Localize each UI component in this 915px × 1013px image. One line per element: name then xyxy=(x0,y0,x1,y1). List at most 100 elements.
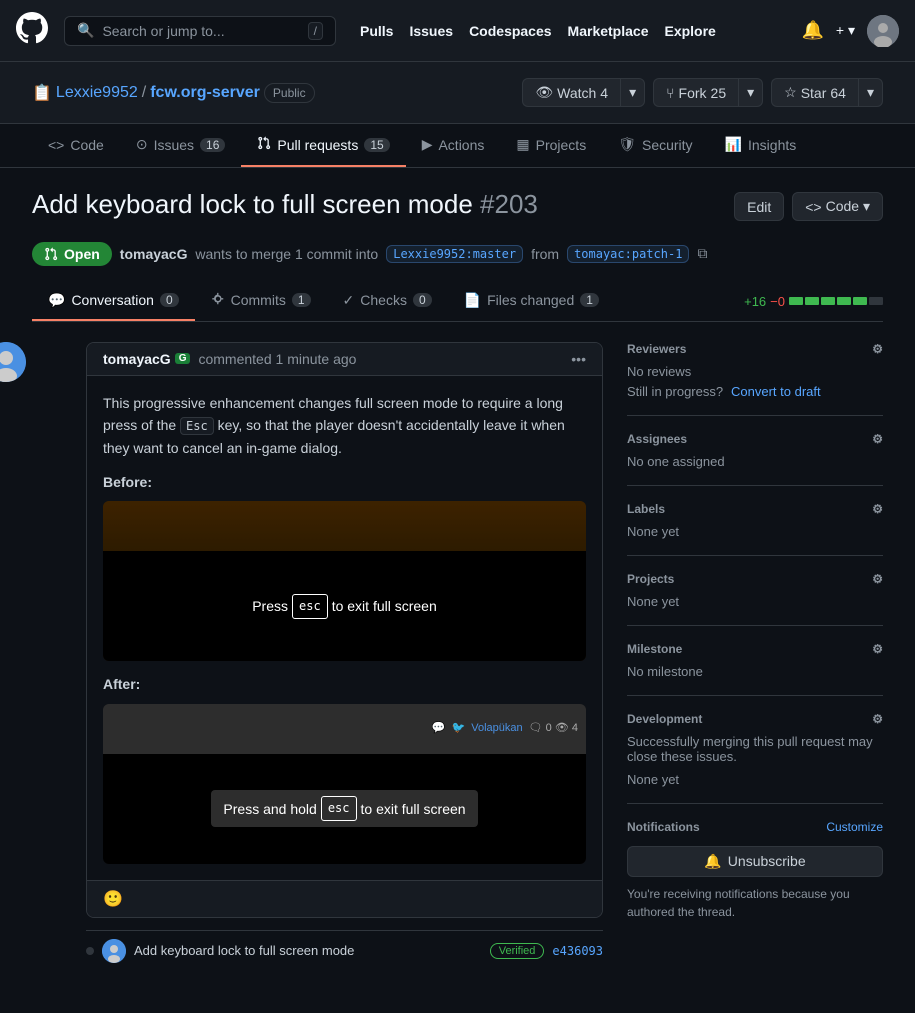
tab-code[interactable]: <> Code xyxy=(32,124,120,167)
after-screenshot: 💬 🐦 Volapükan 🗨 0 👁 4 Press and hold esc… xyxy=(103,704,586,864)
comment-time: commented 1 minute ago xyxy=(198,351,356,367)
development-section: Development ⚙ Successfully merging this … xyxy=(627,696,883,804)
watch-main[interactable]: 👁 Watch 4 xyxy=(522,78,620,107)
tab-insights[interactable]: 📊 Insights xyxy=(709,124,813,167)
projects-section: Projects ⚙ None yet xyxy=(627,556,883,626)
commit-message: Add keyboard lock to full screen mode xyxy=(134,943,482,958)
projects-value: None yet xyxy=(627,594,883,609)
pr-tab-commits[interactable]: Commits 1 xyxy=(195,282,327,321)
milestone-section: Milestone ⚙ No milestone xyxy=(627,626,883,696)
watch-dropdown[interactable]: ▾ xyxy=(620,78,645,107)
commits-icon xyxy=(211,292,225,309)
development-value: None yet xyxy=(627,772,883,787)
comment-footer: 🙂 xyxy=(87,880,602,917)
copy-branch-button[interactable]: ⧉ xyxy=(697,245,707,262)
reviewers-gear[interactable]: ⚙ xyxy=(872,342,883,356)
notification-icon[interactable]: 🔔 xyxy=(801,20,823,41)
emoji-reaction-button[interactable]: 🙂 xyxy=(103,891,123,908)
nav-explore[interactable]: Explore xyxy=(664,23,715,39)
edit-button[interactable]: Edit xyxy=(734,192,784,221)
search-bar[interactable]: 🔍 Search or jump to... / xyxy=(64,16,336,46)
milestone-gear[interactable]: ⚙ xyxy=(872,642,883,656)
star-dropdown[interactable]: ▾ xyxy=(858,78,883,107)
labels-section: Labels ⚙ None yet xyxy=(627,486,883,556)
commit-avatar xyxy=(102,939,126,963)
convert-draft-link[interactable]: Convert to draft xyxy=(731,384,821,399)
top-navigation: 🔍 Search or jump to... / Pulls Issues Co… xyxy=(0,0,915,62)
assignees-section: Assignees ⚙ No one assigned xyxy=(627,416,883,486)
projects-icon: ▦ xyxy=(516,136,529,153)
pr-title: Add keyboard lock to full screen mode #2… xyxy=(32,188,538,222)
notifications-header: Notifications Customize xyxy=(627,820,883,834)
tab-actions[interactable]: ▶ Actions xyxy=(406,124,501,167)
comment-header: tomayacG G commented 1 minute ago ••• xyxy=(87,343,602,376)
code-angle-icon: <> xyxy=(805,199,821,215)
milestone-value: No milestone xyxy=(627,664,883,679)
unsubscribe-button[interactable]: 🔔 Unsubscribe xyxy=(627,846,883,877)
pr-tab-files[interactable]: 📄 Files changed 1 xyxy=(448,282,615,321)
tab-security[interactable]: 🛡 Security xyxy=(602,124,708,167)
nav-issues[interactable]: Issues xyxy=(409,23,453,39)
create-button[interactable]: + ▾ xyxy=(836,22,855,39)
assignees-gear[interactable]: ⚙ xyxy=(872,432,883,446)
repo-owner[interactable]: Lexxie9952 xyxy=(56,84,138,102)
labels-gear[interactable]: ⚙ xyxy=(872,502,883,516)
before-top-bar xyxy=(103,501,586,551)
pr-tab-conversation[interactable]: 💬 Conversation 0 xyxy=(32,282,195,321)
nav-pulls[interactable]: Pulls xyxy=(360,23,393,39)
repo-actions: 👁 Watch 4 ▾ ⑂ Fork 25 ▾ ☆ Star 64 ▾ xyxy=(522,78,883,107)
diff-block-6 xyxy=(869,297,883,305)
eye-icon: 👁 xyxy=(535,84,553,101)
assignees-value: No one assigned xyxy=(627,454,883,469)
customize-link[interactable]: Customize xyxy=(826,820,883,834)
base-branch[interactable]: Lexxie9952:master xyxy=(386,245,523,263)
labels-value: None yet xyxy=(627,524,883,539)
repo-name[interactable]: fcw.org-server xyxy=(150,84,260,102)
tab-pull-requests[interactable]: Pull requests 15 xyxy=(241,124,405,167)
diff-blocks xyxy=(789,297,883,305)
files-icon: 📄 xyxy=(464,292,481,309)
checks-icon: ✓ xyxy=(343,292,355,309)
in-progress-text: Still in progress? xyxy=(627,384,723,399)
nav-codespaces[interactable]: Codespaces xyxy=(469,23,551,39)
user-avatar[interactable] xyxy=(867,15,899,47)
main-content: Add keyboard lock to full screen mode #2… xyxy=(0,168,915,991)
nav-marketplace[interactable]: Marketplace xyxy=(568,23,649,39)
commit-hash[interactable]: e436093 xyxy=(552,944,603,958)
repo-icon: 📋 xyxy=(32,83,52,103)
projects-gear[interactable]: ⚙ xyxy=(872,572,883,586)
tab-projects[interactable]: ▦ Projects xyxy=(500,124,602,167)
before-esc-box: Press esc to exit full screen xyxy=(103,551,586,661)
star-button: ☆ Star 64 ▾ xyxy=(771,78,883,107)
before-screenshot: Press esc to exit full screen xyxy=(103,501,586,661)
commit-dot xyxy=(86,947,94,955)
comment-body: This progressive enhancement changes ful… xyxy=(87,376,602,880)
diff-block-4 xyxy=(837,297,851,305)
search-icon: 🔍 xyxy=(77,22,94,39)
code-button[interactable]: <> Code ▾ xyxy=(792,192,883,221)
fork-main[interactable]: ⑂ Fork 25 xyxy=(653,78,738,107)
tab-issues[interactable]: ⊙ Issues 16 xyxy=(120,124,242,167)
after-top-bar: 💬 🐦 Volapükan 🗨 0 👁 4 xyxy=(103,704,586,754)
pr-tab-checks[interactable]: ✓ Checks 0 xyxy=(327,282,448,321)
star-main[interactable]: ☆ Star 64 xyxy=(771,78,858,107)
development-gear[interactable]: ⚙ xyxy=(872,712,883,726)
comment-author[interactable]: tomayacG xyxy=(103,351,171,367)
pr-body: tomayacG G commented 1 minute ago ••• Th… xyxy=(32,342,883,971)
commit-row: Add keyboard lock to full screen mode Ve… xyxy=(86,930,603,971)
github-logo[interactable] xyxy=(16,12,48,50)
nav-actions: 🔔 + ▾ xyxy=(801,15,899,47)
hold-esc-box: Press and hold esc to exit full screen xyxy=(211,790,477,827)
pr-author[interactable]: tomayacG xyxy=(120,246,188,262)
security-icon: 🛡 xyxy=(618,136,636,153)
head-branch[interactable]: tomayac:patch-1 xyxy=(567,245,689,263)
fork-dropdown[interactable]: ▾ xyxy=(738,78,763,107)
pr-meta: Open tomayacG wants to merge 1 commit in… xyxy=(32,242,883,266)
conversation-icon: 💬 xyxy=(48,292,65,309)
pr-tabs: 💬 Conversation 0 Commits 1 ✓ Checks 0 📄 … xyxy=(32,282,883,322)
comment-menu[interactable]: ••• xyxy=(571,351,586,367)
open-status-badge: Open xyxy=(32,242,112,266)
issues-icon: ⊙ xyxy=(136,136,148,153)
notification-description: You're receiving notifications because y… xyxy=(627,885,883,921)
code-icon: <> xyxy=(48,137,64,153)
